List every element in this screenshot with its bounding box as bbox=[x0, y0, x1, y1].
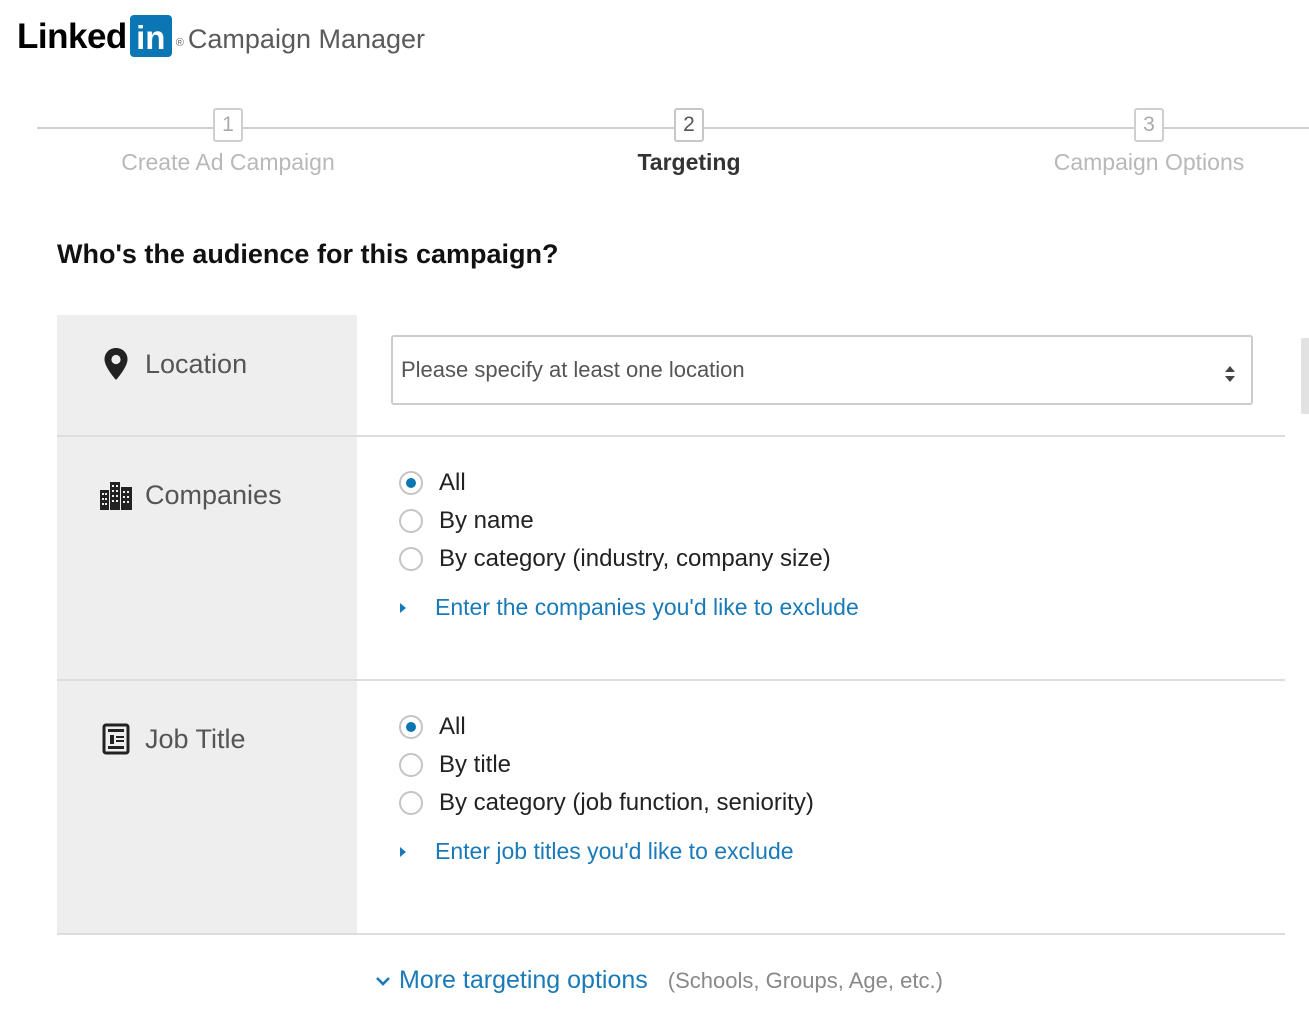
location-row: Location Please specify at least one loc… bbox=[57, 315, 1285, 437]
more-targeting-hint: (Schools, Groups, Age, etc.) bbox=[667, 967, 943, 993]
companies-option-by-category[interactable]: By category (industry, company size) bbox=[399, 540, 859, 578]
job-title-title: Job Title bbox=[99, 723, 246, 755]
radio-button[interactable] bbox=[399, 547, 423, 571]
radio-button[interactable] bbox=[399, 791, 423, 815]
job-title-radio-group: All By title By category (job function, … bbox=[399, 708, 814, 865]
row-content: All By title By category (job function, … bbox=[357, 681, 1285, 933]
companies-row: Companies All By name By category (indus… bbox=[57, 437, 1285, 681]
id-card-icon bbox=[99, 723, 133, 755]
step-label: Create Ad Campaign bbox=[121, 149, 335, 175]
job-title-option-by-title[interactable]: By title bbox=[399, 746, 814, 784]
job-title-option-by-category[interactable]: By category (job function, seniority) bbox=[399, 784, 814, 822]
app-header: Linked in ® Campaign Manager bbox=[17, 14, 425, 58]
registered-mark: ® bbox=[175, 37, 184, 49]
step-number: 3 bbox=[1134, 108, 1164, 142]
radio-button[interactable] bbox=[399, 509, 423, 533]
companies-option-all[interactable]: All bbox=[399, 464, 859, 502]
companies-radio-group: All By name By category (industry, compa… bbox=[399, 464, 859, 621]
more-targeting-label: More targeting options bbox=[399, 966, 648, 994]
exclude-companies-label: Enter the companies you'd like to exclud… bbox=[435, 594, 859, 620]
location-title: Location bbox=[99, 347, 247, 381]
radio-button[interactable] bbox=[399, 471, 423, 495]
radio-label: All bbox=[439, 713, 466, 740]
app-name: Campaign Manager bbox=[187, 23, 426, 54]
job-title-label: Job Title bbox=[145, 723, 246, 754]
scrollbar-thumb[interactable] bbox=[1301, 338, 1309, 414]
exclude-job-titles-link[interactable]: Enter job titles you'd like to exclude bbox=[399, 838, 814, 865]
radio-label: By name bbox=[439, 507, 534, 534]
location-placeholder: Please specify at least one location bbox=[401, 357, 745, 382]
caret-right-icon bbox=[399, 602, 435, 614]
step-campaign-options: 3 Campaign Options bbox=[999, 108, 1299, 176]
row-header: Companies bbox=[57, 437, 357, 679]
targeting-table: Location Please specify at least one loc… bbox=[57, 315, 1285, 935]
location-label: Location bbox=[145, 348, 248, 379]
step-targeting: 2 Targeting bbox=[539, 108, 839, 176]
more-targeting: More targeting options (Schools, Groups,… bbox=[375, 966, 943, 995]
location-select[interactable]: Please specify at least one location bbox=[391, 335, 1253, 405]
radio-label: All bbox=[439, 469, 466, 496]
companies-option-by-name[interactable]: By name bbox=[399, 502, 859, 540]
caret-right-icon bbox=[399, 846, 435, 858]
radio-button[interactable] bbox=[399, 715, 423, 739]
row-header: Job Title bbox=[57, 681, 357, 933]
step-number: 1 bbox=[213, 108, 243, 142]
linkedin-in-logo: in bbox=[129, 15, 172, 57]
radio-label: By category (industry, company size) bbox=[439, 545, 831, 572]
step-create-ad-campaign: 1 Create Ad Campaign bbox=[78, 108, 378, 176]
radio-button[interactable] bbox=[399, 753, 423, 777]
step-label: Campaign Options bbox=[1053, 149, 1245, 175]
job-title-option-all[interactable]: All bbox=[399, 708, 814, 746]
map-pin-icon bbox=[99, 347, 133, 381]
step-number: 2 bbox=[674, 108, 704, 142]
more-targeting-link[interactable]: More targeting options bbox=[375, 966, 648, 995]
companies-title: Companies bbox=[99, 479, 282, 511]
linkedin-logo-word: Linked bbox=[17, 16, 127, 56]
radio-label: By title bbox=[439, 751, 512, 778]
exclude-job-titles-label: Enter job titles you'd like to exclude bbox=[435, 838, 794, 864]
chevron-down-icon bbox=[375, 975, 391, 987]
companies-label: Companies bbox=[145, 479, 282, 510]
page-title: Who's the audience for this campaign? bbox=[57, 239, 559, 269]
job-title-row: Job Title All By title By category (job … bbox=[57, 681, 1285, 935]
progress-stepper: 1 Create Ad Campaign 2 Targeting 3 Campa… bbox=[0, 108, 1309, 188]
step-label: Targeting bbox=[637, 149, 741, 175]
row-header: Location bbox=[57, 315, 357, 435]
row-content: Please specify at least one location bbox=[357, 315, 1285, 435]
sort-arrows-icon bbox=[1223, 364, 1237, 384]
exclude-companies-link[interactable]: Enter the companies you'd like to exclud… bbox=[399, 594, 859, 621]
row-content: All By name By category (industry, compa… bbox=[357, 437, 1285, 679]
radio-label: By category (job function, seniority) bbox=[439, 789, 814, 816]
buildings-icon bbox=[99, 479, 133, 511]
